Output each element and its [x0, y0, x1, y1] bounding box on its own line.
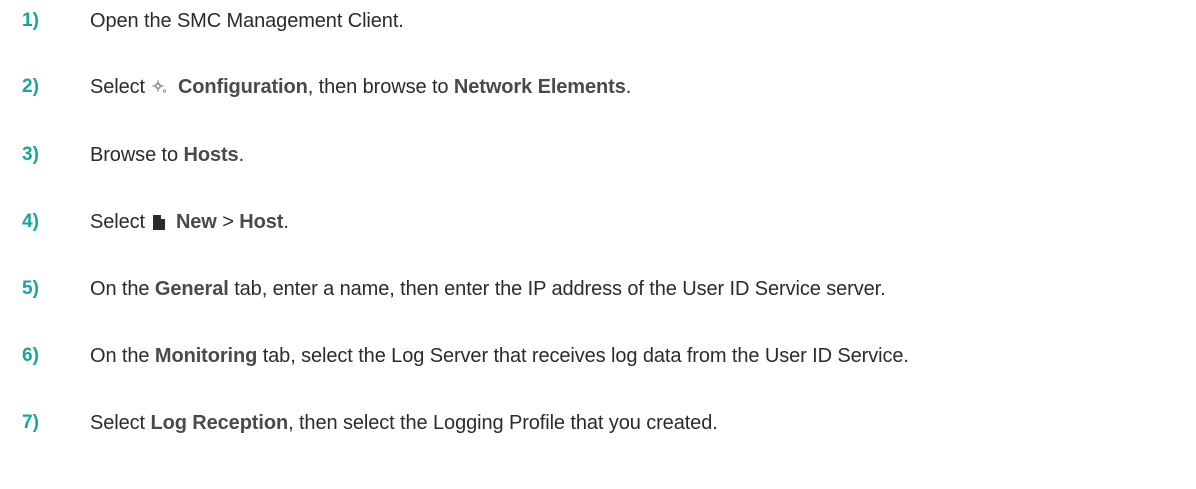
step-text-rest: tab, select the Log Server that receives…: [262, 344, 909, 367]
step-number: 5): [22, 278, 39, 299]
step-text-pre: Browse to: [90, 143, 179, 166]
step-text-pre: Select: [90, 411, 145, 434]
tab-general: General: [154, 277, 229, 300]
step-text-end: .: [625, 75, 632, 98]
step-text-end: .: [283, 210, 289, 233]
step-text-pre: On the: [90, 344, 150, 367]
new-document-icon: [152, 214, 166, 231]
menu-new: New: [175, 210, 217, 233]
step-text-rest: , then select the Logging Profile that y…: [288, 411, 718, 434]
step-text: On the General tab, enter a name, then e…: [90, 278, 886, 301]
step-text-end: .: [238, 143, 245, 166]
step-number: 7): [22, 412, 39, 433]
step-text-rest: tab, enter a name, then enter the IP add…: [234, 277, 886, 300]
menu-network-elements: Network Elements: [453, 75, 626, 98]
procedure-steps: 1) Open the SMC Management Client. 2) Se…: [0, 0, 1196, 489]
step-text: Select Configuration, then browse to Net…: [90, 76, 631, 99]
menu-hosts: Hosts: [183, 143, 239, 166]
menu-host: Host: [239, 210, 284, 233]
step-text: Open the SMC Management Client.: [90, 10, 404, 33]
step-number: 1): [22, 10, 39, 31]
step-number: 3): [22, 144, 39, 165]
step-text-select: Select: [90, 75, 145, 98]
step-text: Browse to Hosts.: [90, 144, 244, 167]
step-text-select: Select: [90, 210, 145, 233]
gear-icon: [152, 80, 168, 94]
option-log-reception: Log Reception: [150, 411, 289, 434]
step-text: Select Log Reception, then select the Lo…: [90, 412, 718, 435]
step-text: Select New > Host.: [90, 211, 289, 234]
step-text-mid: , then browse to: [307, 75, 449, 98]
step-text: On the Monitoring tab, select the Log Se…: [90, 345, 909, 368]
step-text-pre: On the: [90, 277, 150, 300]
step-number: 2): [22, 76, 39, 97]
tab-monitoring: Monitoring: [154, 344, 258, 367]
step-text-separator: >: [222, 210, 234, 233]
step-text-plain: Open the SMC Management Client.: [90, 9, 404, 32]
step-number: 6): [22, 345, 39, 366]
step-number: 4): [22, 211, 39, 232]
menu-configuration: Configuration: [177, 75, 308, 98]
